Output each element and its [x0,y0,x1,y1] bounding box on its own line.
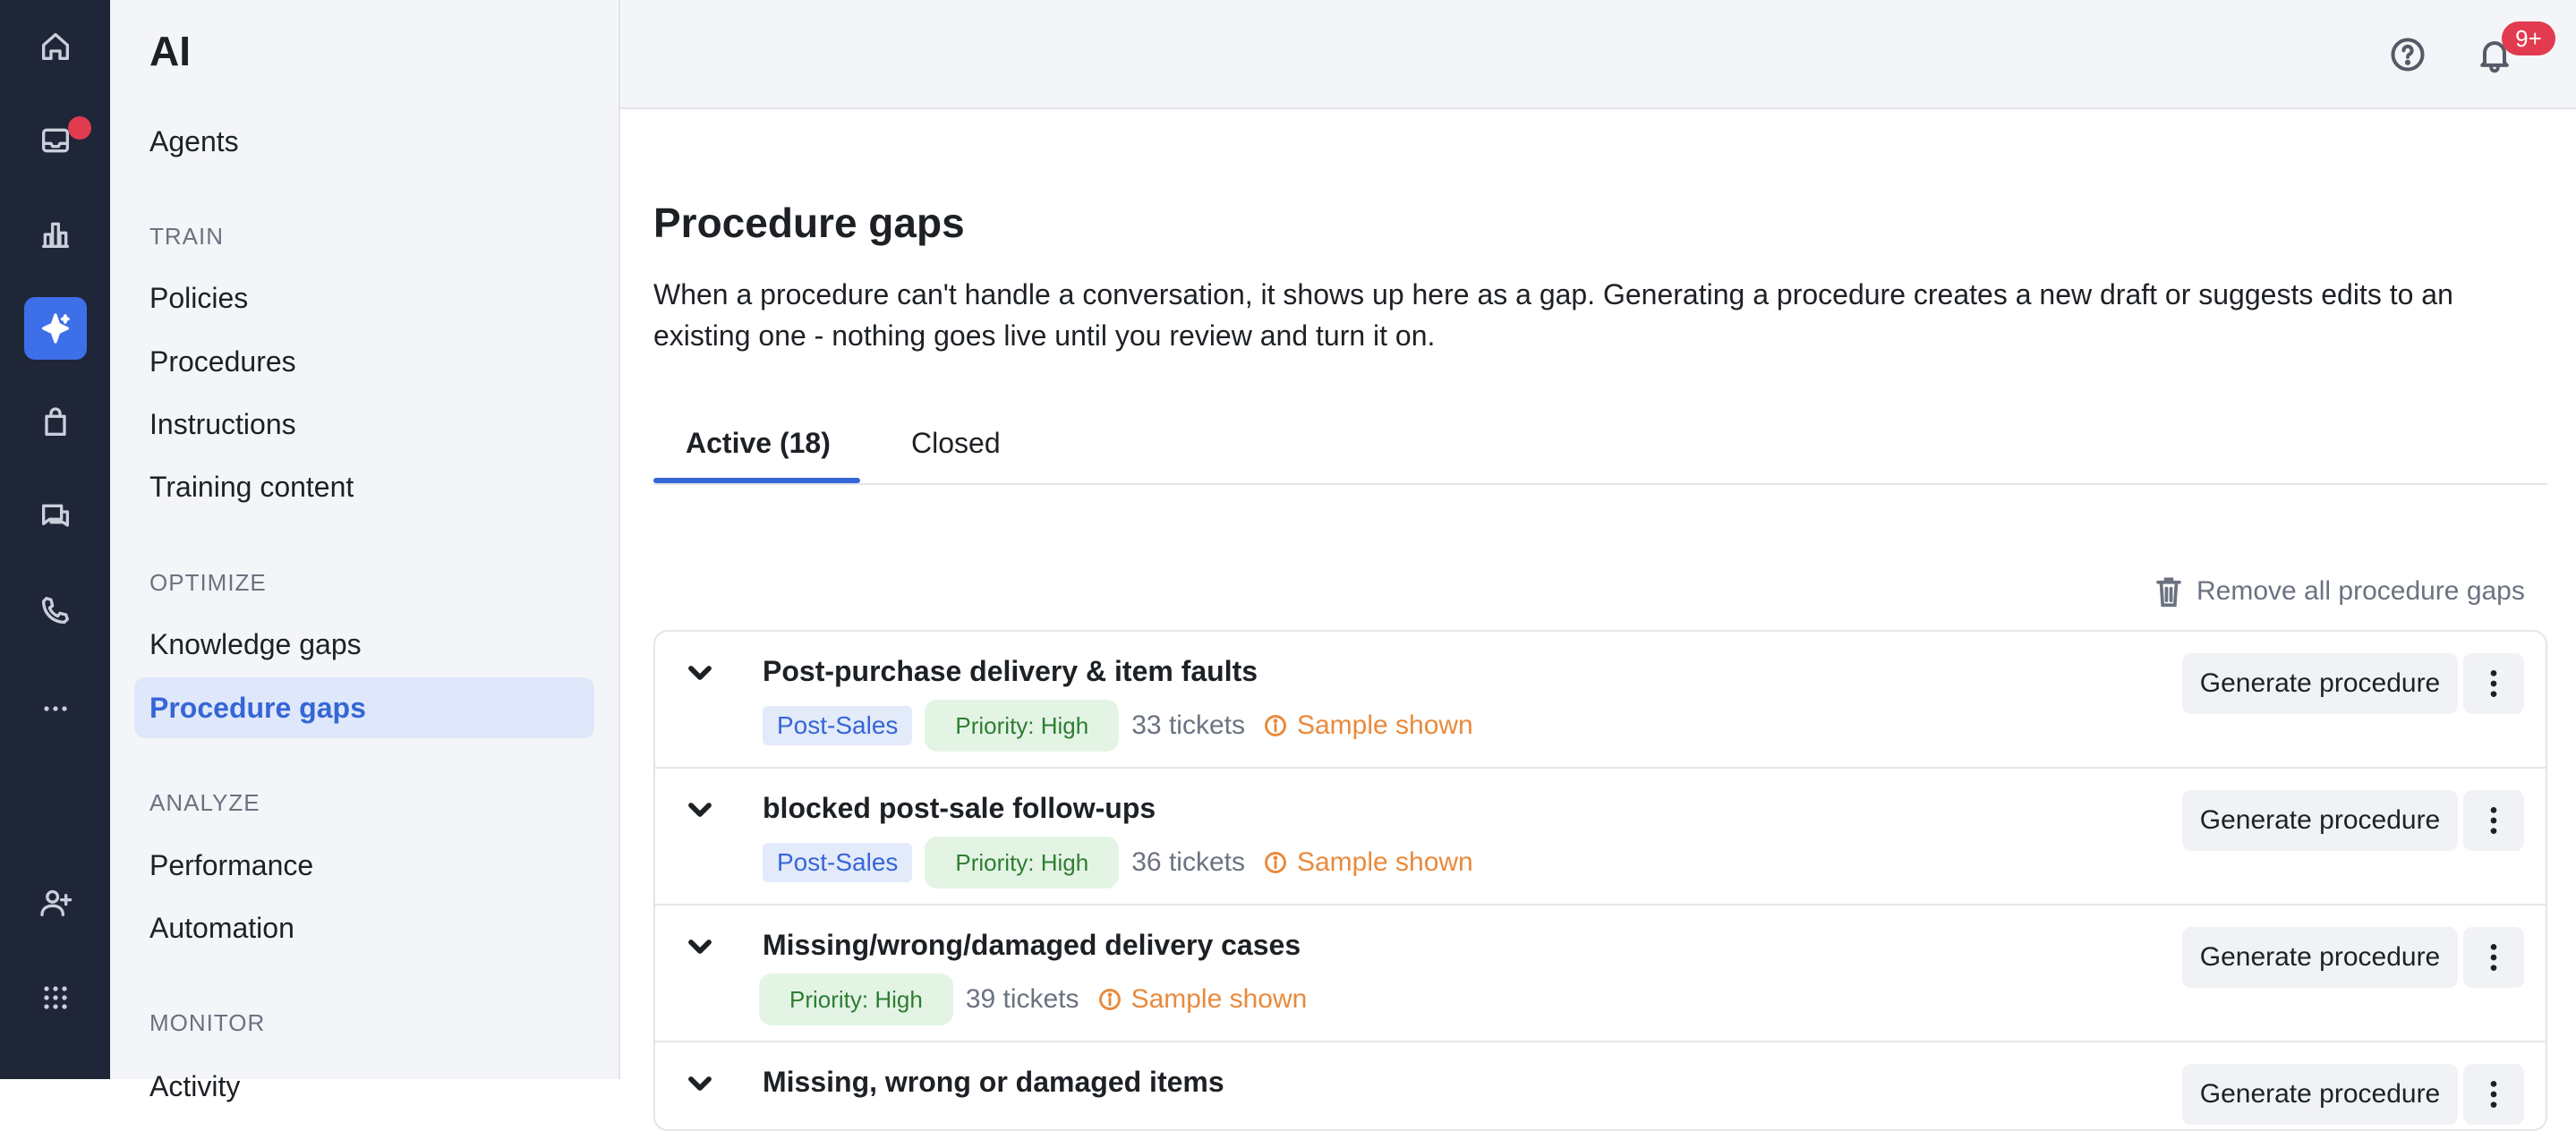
kebab-menu-icon[interactable] [2463,653,2524,714]
sidebar-item-training-content[interactable]: Training content [134,456,594,517]
sample-shown-label: Sample shown [1296,710,1473,740]
shopping-bag-icon[interactable] [24,391,87,454]
inbox-icon[interactable] [24,109,91,172]
sidebar-item-automation[interactable]: Automation [134,897,594,958]
chevron-down-icon[interactable] [682,792,718,828]
gap-meta: Post-Sales Priority: High 36 tickets Sam… [763,837,1473,889]
priority-tag: Priority: High [759,974,953,1025]
tab-active[interactable]: Active (18) [686,403,831,483]
section-optimize: OPTIMIZE [149,569,267,596]
sidebar-item-agents[interactable]: Agents [134,111,594,172]
info-icon [1265,852,1286,873]
icon-rail [0,0,110,1079]
page-title: Procedure gaps [653,200,965,246]
gap-title: blocked post-sale follow-ups [763,792,1156,824]
chevron-down-icon[interactable] [682,929,718,965]
info-icon [1098,989,1121,1010]
reports-icon[interactable] [24,203,87,266]
kebab-menu-icon[interactable] [2463,790,2524,851]
sample-shown[interactable]: Sample shown [1097,984,1308,1015]
sidebar-item-procedure-gaps[interactable]: Procedure gaps [134,677,594,738]
sidebar-item-activity[interactable]: Activity [134,1056,594,1117]
sidebar-item-knowledge-gaps[interactable]: Knowledge gaps [134,614,594,675]
generate-procedure-button[interactable]: Generate procedure [2182,1064,2458,1125]
sidebar-item-policies[interactable]: Policies [134,268,594,328]
kebab-menu-icon[interactable] [2463,927,2524,988]
top-header [620,0,2576,109]
generate-procedure-button[interactable]: Generate procedure [2182,927,2458,988]
help-icon[interactable] [2384,30,2432,79]
sidebar-item-procedures[interactable]: Procedures [134,331,594,392]
generate-procedure-button[interactable]: Generate procedure [2182,790,2458,851]
ticket-count: 36 tickets [1131,847,1245,877]
ticket-count: 39 tickets [965,984,1079,1014]
generate-procedure-button[interactable]: Generate procedure [2182,653,2458,714]
sidebar-title: AI [149,28,191,74]
category-tag: Post-Sales [763,706,913,745]
procedure-gap-list: Post-purchase delivery & item faults Pos… [653,630,2547,1131]
ai-sparkle-icon[interactable] [24,297,87,360]
sample-shown[interactable]: Sample shown [1263,710,1473,741]
sample-shown[interactable]: Sample shown [1263,847,1473,878]
chat-icon[interactable] [24,485,87,548]
sample-shown-label: Sample shown [1130,984,1308,1014]
unread-dot [68,116,91,140]
sidebar-item-performance[interactable]: Performance [134,835,594,896]
kebab-menu-icon[interactable] [2463,1064,2524,1125]
gap-meta: Post-Sales Priority: High 33 tickets Sam… [763,700,1473,752]
chevron-down-icon[interactable] [682,1066,718,1101]
gap-row: Post-purchase delivery & item faults Pos… [655,632,2546,769]
add-user-icon[interactable] [24,872,87,934]
sample-shown-label: Sample shown [1296,847,1473,877]
tab-closed[interactable]: Closed [911,403,1001,483]
gap-row: Missing, wrong or damaged items Generate… [655,1042,2546,1129]
ticket-count: 33 tickets [1131,710,1245,740]
notifications-badge: 9+ [2502,21,2555,55]
sidebar-item-instructions[interactable]: Instructions [134,394,594,455]
trash-icon [2156,577,2181,608]
phone-icon[interactable] [24,579,87,642]
tabs: Active (18) Closed [653,403,2547,485]
remove-all-button[interactable]: Remove all procedure gaps [2154,569,2525,614]
page-description: When a procedure can't handle a conversa… [653,278,2453,352]
gap-title: Post-purchase delivery & item faults [763,655,1258,687]
info-icon [1265,715,1286,736]
section-monitor: MONITOR [149,1009,266,1036]
gap-row: blocked post-sale follow-ups Post-Sales … [655,769,2546,906]
priority-tag: Priority: High [925,837,1120,889]
section-train: TRAIN [149,223,224,250]
remove-all-label: Remove all procedure gaps [2196,576,2525,606]
gap-row: Missing/wrong/damaged delivery cases Pri… [655,906,2546,1042]
priority-tag: Priority: High [925,700,1120,752]
active-tab-indicator [653,478,860,483]
more-icon[interactable] [24,677,87,740]
home-icon[interactable] [24,15,87,78]
ai-sidebar: AI Agents TRAIN Policies Procedures Inst… [110,0,620,1102]
category-tag: Post-Sales [763,843,913,882]
chevron-down-icon[interactable] [682,655,718,691]
gap-meta: Priority: High 39 tickets Sample shown [759,974,1307,1025]
apps-grid-icon[interactable] [24,966,87,1029]
section-analyze: ANALYZE [149,789,260,816]
gap-title: Missing/wrong/damaged delivery cases [763,929,1301,961]
gap-title: Missing, wrong or damaged items [763,1066,1224,1098]
